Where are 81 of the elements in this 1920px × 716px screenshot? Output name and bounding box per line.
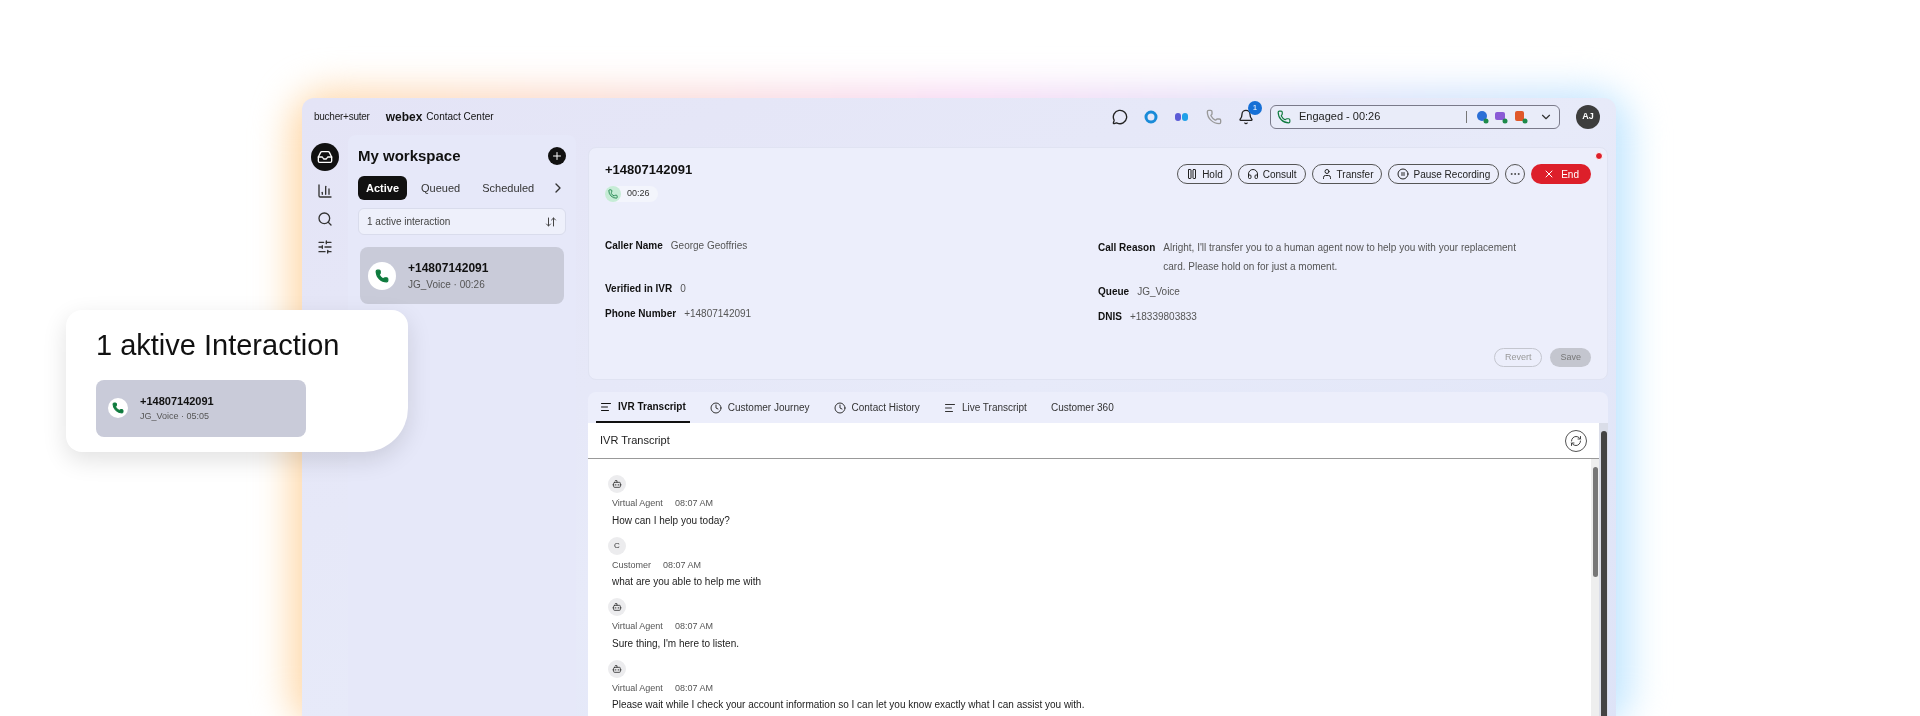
speaker-name: Virtual Agent	[612, 681, 663, 695]
field-value: JG_Voice	[1137, 284, 1180, 299]
workspace-title: My workspace	[358, 146, 461, 166]
headset-icon	[1246, 168, 1259, 180]
refresh-icon	[1570, 434, 1582, 447]
field-value: +14807142091	[684, 306, 752, 321]
message-text: what are you able to help me with	[611, 575, 762, 589]
notification-badge: 1	[1248, 100, 1262, 115]
scrollbar[interactable]	[1599, 423, 1608, 716]
person-icon	[1320, 168, 1333, 180]
interaction-number: +14807142091	[140, 394, 214, 409]
phone-icon	[368, 261, 396, 290]
inbox-icon[interactable]	[311, 143, 339, 171]
phone-icon	[605, 185, 621, 202]
workspace-tab[interactable]: Queued	[413, 175, 469, 200]
ring-logo-icon[interactable]	[1144, 109, 1158, 124]
message-time: 08:07 AM	[674, 620, 713, 633]
field-label: Caller Name	[605, 238, 663, 253]
pause-icon	[1186, 168, 1199, 180]
interaction-card[interactable]: +14807142091 JG_Voice · 00:26	[360, 247, 564, 304]
detail-tab[interactable]: Live Transcript	[939, 392, 1031, 423]
detail-tab[interactable]: Contact History	[829, 392, 924, 423]
message-time: 08:07 AM	[674, 681, 713, 695]
plus-icon	[551, 150, 563, 163]
add-button[interactable]	[548, 147, 566, 166]
workspace-tab[interactable]: Scheduled	[474, 175, 543, 200]
phone-icon	[1277, 109, 1291, 124]
speaker-avatar: C	[608, 536, 626, 555]
scrollbar[interactable]	[1591, 459, 1599, 716]
detail-tab[interactable]: Customer Journey	[705, 392, 814, 423]
interaction-number: +14807142091	[408, 260, 489, 277]
bot-avatar-icon	[608, 475, 626, 493]
interaction-detail: JG_Voice · 05:05	[140, 409, 211, 423]
field-label: Queue	[1098, 284, 1130, 299]
lines-icon	[943, 401, 956, 414]
field-value: George Geoffries	[670, 238, 748, 253]
end-call-button[interactable]: End	[1531, 164, 1591, 184]
message-time: 08:07 AM	[663, 558, 702, 572]
message-text: Please wait while I check your account information so I can let you know exactly what I can assist you with.	[611, 698, 1086, 712]
bot-avatar-icon	[608, 598, 626, 616]
clock-icon	[833, 401, 846, 414]
field-label: Verified in IVR	[605, 281, 673, 296]
chat-icon[interactable]	[1112, 108, 1128, 125]
lines-icon	[600, 400, 612, 413]
clock-icon	[709, 401, 722, 414]
callout-title: 1 aktive Interaction	[96, 328, 341, 363]
brand-logo: bucher+suter	[314, 110, 370, 124]
phone-icon	[108, 398, 128, 418]
notification-icon[interactable]	[1238, 108, 1254, 125]
field-label: Phone Number	[605, 306, 677, 321]
product-name: Contact Center	[426, 110, 494, 124]
filter-bar[interactable]: 1 active interaction	[358, 208, 566, 235]
filter-text: 1 active interaction	[367, 215, 451, 229]
bot-avatar-icon	[608, 659, 626, 678]
workspace-tab[interactable]: Active	[358, 175, 408, 200]
message-text: Sure thing, I'm here to listen.	[611, 636, 740, 651]
field-value: +18339803833	[1129, 309, 1197, 324]
detail-tab[interactable]: Customer 360	[1046, 392, 1118, 423]
search-icon[interactable]	[317, 211, 333, 227]
status-dropdown[interactable]: Engaged - 00:26	[1270, 104, 1560, 129]
call-number: +14807142091	[605, 161, 693, 179]
interaction-detail: JG_Voice · 00:26	[408, 278, 486, 292]
transcript-title: IVR Transcript	[600, 433, 670, 449]
app-logo-icon[interactable]	[1174, 110, 1190, 123]
status-text: Engaged - 00:26	[1299, 109, 1381, 125]
timer-text: 00:26	[627, 186, 650, 200]
circle-pause-icon	[1397, 168, 1410, 180]
sort-icon[interactable]	[545, 215, 557, 228]
field-label: DNIS	[1098, 309, 1122, 324]
settings-icon[interactable]	[317, 239, 333, 255]
field-value: Alright, I'll transfer you to a human agent now to help you with your replacement card. Please hold on for just a moment.	[1163, 240, 1517, 274]
message-text: How can I help you today?	[611, 513, 731, 528]
field-value: 0	[680, 281, 686, 296]
user-avatar[interactable]: AJ	[1576, 104, 1600, 129]
speaker-name: Customer	[612, 558, 651, 572]
speaker-name: Virtual Agent	[612, 620, 663, 633]
message-time: 08:07 AM	[674, 497, 713, 510]
product-logo: webex	[385, 108, 423, 126]
speaker-name: Virtual Agent	[612, 497, 663, 510]
chart-icon[interactable]	[317, 183, 333, 199]
field-label: Call Reason	[1098, 240, 1156, 255]
